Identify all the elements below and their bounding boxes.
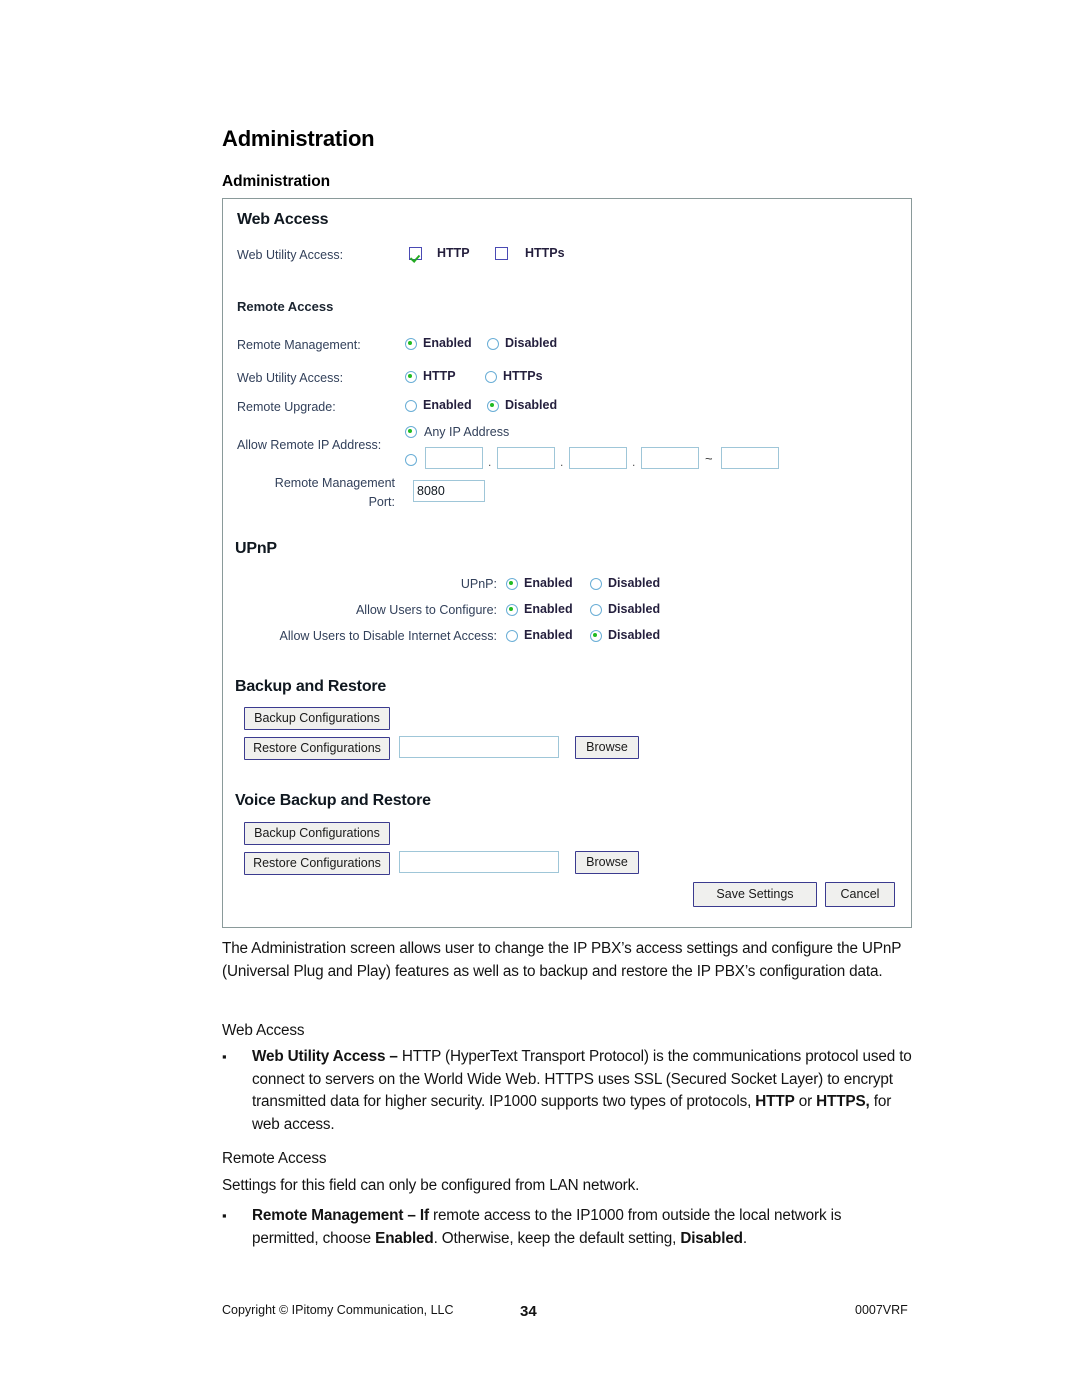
- footer-page-number: 34: [520, 1303, 537, 1320]
- allow-users-configure-label: Allow Users to Configure:: [355, 603, 497, 617]
- remote-management-enabled-radio[interactable]: [405, 338, 417, 350]
- router-admin-screenshot: Web Access Web Utility Access: HTTP HTTP…: [222, 198, 912, 928]
- allow-users-configure-enabled-radio[interactable]: [506, 604, 518, 616]
- voice-restore-file-input[interactable]: [399, 851, 559, 873]
- remote-management-port-input[interactable]: [413, 480, 485, 502]
- allow-users-disable-internet-label: Allow Users to Disable Internet Access:: [279, 629, 497, 643]
- voice-restore-configurations-button[interactable]: Restore Configurations: [244, 852, 390, 875]
- ip-separator-3: .: [632, 455, 636, 469]
- page-title: Administration: [222, 126, 375, 151]
- remote-management-port-label-line1: Remote Management: [274, 476, 395, 490]
- web-utility-access-strong-2: HTTPS,: [816, 1093, 870, 1110]
- upnp-disabled-label[interactable]: Disabled: [608, 576, 660, 590]
- intro-paragraph: The Administration screen allows user to…: [222, 940, 902, 980]
- web-utility-access-label: Web Utility Access:: [237, 248, 344, 262]
- ip-octet-1-input[interactable]: [425, 447, 483, 469]
- upnp-enabled-label[interactable]: Enabled: [524, 576, 573, 590]
- allow-remote-ip-label: Allow Remote IP Address:: [237, 438, 382, 452]
- footer-doc-code: 0007VRF: [855, 1303, 908, 1317]
- remote-web-utility-access-label: Web Utility Access:: [237, 371, 344, 385]
- upnp-heading: UPnP: [235, 540, 277, 557]
- allow-users-disable-internet-enabled-label[interactable]: Enabled: [524, 628, 573, 642]
- upnp-disabled-radio[interactable]: [590, 578, 602, 590]
- any-ip-address-radio[interactable]: [405, 426, 417, 438]
- document-page: Administration Administration Web Access…: [0, 0, 1080, 1397]
- ip-octet-3-input[interactable]: [569, 447, 627, 469]
- ip-octet-2-input[interactable]: [497, 447, 555, 469]
- web-utility-access-bullet-text: Web Utility Access – HTTP (HyperText Tra…: [252, 1046, 912, 1136]
- web-utility-http-checkbox[interactable]: [409, 247, 422, 260]
- ip-range-end-input[interactable]: [721, 447, 779, 469]
- remote-management-text-3: .: [742, 1229, 747, 1247]
- allow-users-configure-enabled-label[interactable]: Enabled: [524, 602, 573, 616]
- remote-management-text-2: . Otherwise, keep the default setting,: [433, 1229, 681, 1247]
- restore-file-input[interactable]: [399, 736, 559, 758]
- remote-upgrade-enabled-label[interactable]: Enabled: [423, 398, 472, 412]
- ip-range-separator: ~: [705, 451, 713, 466]
- restore-configurations-button[interactable]: Restore Configurations: [244, 737, 390, 760]
- remote-access-note: Settings for this field can only be conf…: [222, 1177, 640, 1194]
- upnp-enabled-radio[interactable]: [506, 578, 518, 590]
- browse-button[interactable]: Browse: [575, 736, 639, 759]
- specific-ip-address-radio[interactable]: [405, 454, 417, 466]
- allow-users-configure-disabled-radio[interactable]: [590, 604, 602, 616]
- remote-web-utility-http-label[interactable]: HTTP: [423, 369, 456, 383]
- ip-separator-1: .: [488, 455, 492, 469]
- ip-octet-4-input[interactable]: [641, 447, 699, 469]
- allow-users-disable-internet-disabled-radio[interactable]: [590, 630, 602, 642]
- remote-management-term: Remote Management – If: [252, 1207, 429, 1224]
- remote-management-strong-1: Enabled: [375, 1229, 434, 1247]
- remote-upgrade-label: Remote Upgrade:: [237, 400, 336, 414]
- allow-users-disable-internet-disabled-label[interactable]: Disabled: [608, 628, 660, 642]
- web-utility-access-bullet: ▪ Web Utility Access – HTTP (HyperText T…: [222, 1046, 912, 1136]
- remote-upgrade-disabled-label[interactable]: Disabled: [505, 398, 557, 412]
- backup-configurations-button[interactable]: Backup Configurations: [244, 707, 390, 730]
- bullet-square-icon: ▪: [222, 1049, 227, 1064]
- remote-management-port-label-line2: Port:: [368, 495, 395, 509]
- save-settings-button[interactable]: Save Settings: [693, 882, 817, 907]
- web-access-heading: Web Access: [237, 211, 329, 228]
- allow-users-disable-internet-enabled-radio[interactable]: [506, 630, 518, 642]
- web-utility-access-strong-1: HTTP: [755, 1093, 795, 1110]
- web-utility-https-label[interactable]: HTTPs: [525, 246, 565, 260]
- bullet-square-icon: ▪: [222, 1208, 227, 1223]
- voice-backup-configurations-button[interactable]: Backup Configurations: [244, 822, 390, 845]
- web-utility-http-label[interactable]: HTTP: [437, 246, 470, 260]
- remote-access-heading: Remote Access: [237, 299, 334, 314]
- allow-users-configure-disabled-label[interactable]: Disabled: [608, 602, 660, 616]
- web-access-body-heading: Web Access: [222, 1022, 305, 1039]
- any-ip-address-label[interactable]: Any IP Address: [424, 425, 509, 439]
- section-heading: Administration: [222, 173, 330, 190]
- upnp-label: UPnP:: [460, 577, 497, 591]
- backup-restore-heading: Backup and Restore: [235, 678, 387, 695]
- remote-management-enabled-label[interactable]: Enabled: [423, 336, 472, 350]
- remote-management-bullet: ▪ Remote Management – If remote access t…: [222, 1205, 882, 1250]
- remote-upgrade-enabled-radio[interactable]: [405, 400, 417, 412]
- web-utility-access-term: Web Utility Access –: [252, 1048, 398, 1065]
- remote-upgrade-disabled-radio[interactable]: [487, 400, 499, 412]
- remote-web-utility-http-radio[interactable]: [405, 371, 417, 383]
- cancel-button[interactable]: Cancel: [825, 882, 895, 907]
- ip-separator-2: .: [560, 455, 564, 469]
- remote-web-utility-https-radio[interactable]: [485, 371, 497, 383]
- remote-management-disabled-label[interactable]: Disabled: [505, 336, 557, 350]
- remote-web-utility-https-label[interactable]: HTTPs: [503, 369, 543, 383]
- footer-copyright: Copyright © IPitomy Communication, LLC: [222, 1303, 454, 1317]
- remote-management-bullet-text: Remote Management – If remote access to …: [252, 1205, 882, 1250]
- remote-access-body-heading: Remote Access: [222, 1150, 327, 1167]
- remote-management-disabled-radio[interactable]: [487, 338, 499, 350]
- voice-browse-button[interactable]: Browse: [575, 851, 639, 874]
- remote-management-strong-2: Disabled: [680, 1229, 743, 1247]
- web-utility-access-text-2: or: [794, 1093, 817, 1110]
- remote-management-label: Remote Management:: [237, 338, 361, 352]
- web-utility-https-checkbox[interactable]: [495, 247, 508, 260]
- voice-backup-restore-heading: Voice Backup and Restore: [235, 792, 431, 809]
